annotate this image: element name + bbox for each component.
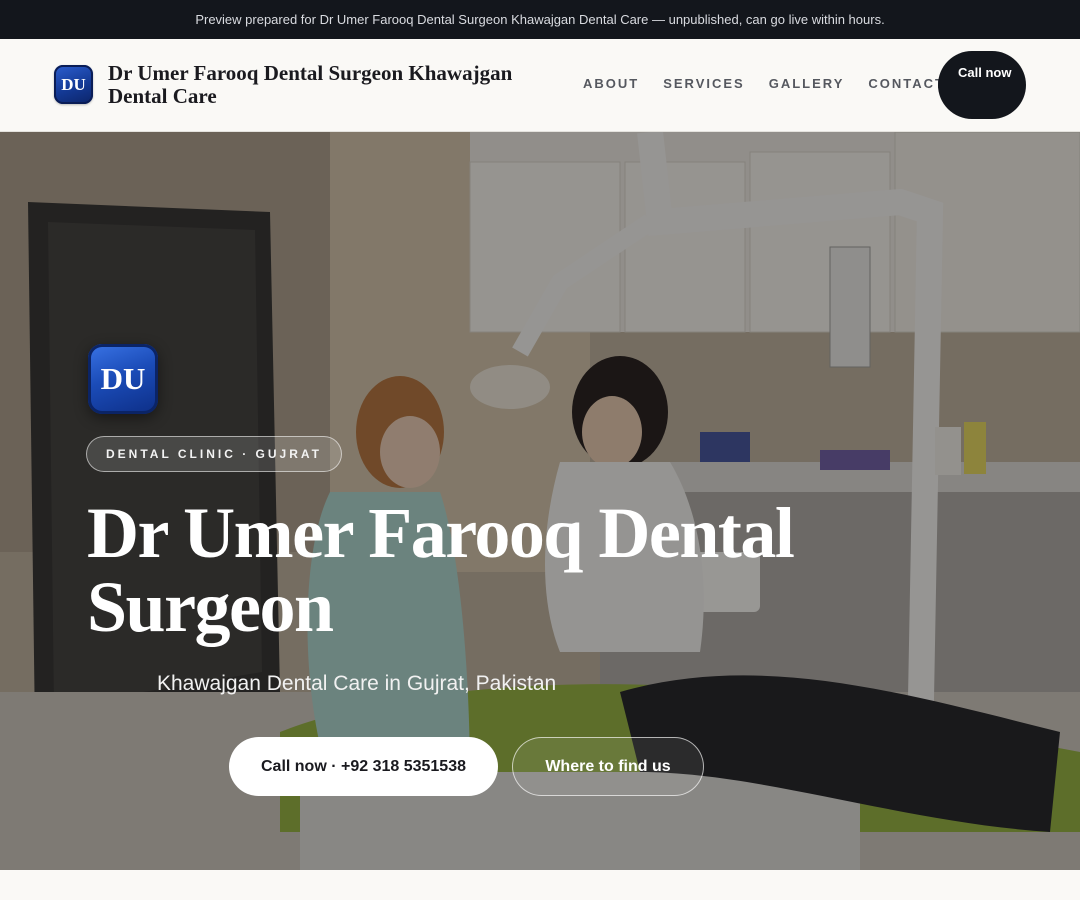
hero-section: DU DENTAL CLINIC · GUJRAT Dr Umer Farooq… [0,132,1080,870]
brand-name[interactable]: Dr Umer Farooq Dental Surgeon Khawajgan … [108,62,568,108]
hero-eyebrow: DENTAL CLINIC · GUJRAT [86,436,342,472]
hero-logo: DU [88,344,158,414]
next-section-edge [0,870,1080,900]
brand-logo[interactable]: DU [54,65,93,104]
main-nav: ABOUT SERVICES GALLERY CONTACT [583,76,945,92]
hero-subtitle: Khawajgan Dental Care in Gujrat, Pakista… [157,672,557,695]
site-header: DU Dr Umer Farooq Dental Surgeon Khawajg… [0,39,1080,132]
nav-services[interactable]: SERVICES [663,76,745,92]
nav-gallery[interactable]: GALLERY [769,76,845,92]
preview-banner: Preview prepared for Dr Umer Farooq Dent… [0,0,1080,39]
preview-banner-text: Preview prepared for Dr Umer Farooq Dent… [195,12,885,27]
nav-contact[interactable]: CONTACT [868,76,945,92]
hero-title: Dr Umer Farooq Dental Surgeon [87,493,795,647]
header-call-button[interactable]: Call now [938,51,1026,119]
call-now-button[interactable]: Call now · +92 318 5351538 [229,737,498,796]
nav-about[interactable]: ABOUT [583,76,639,92]
find-us-button[interactable]: Where to find us [512,737,704,796]
